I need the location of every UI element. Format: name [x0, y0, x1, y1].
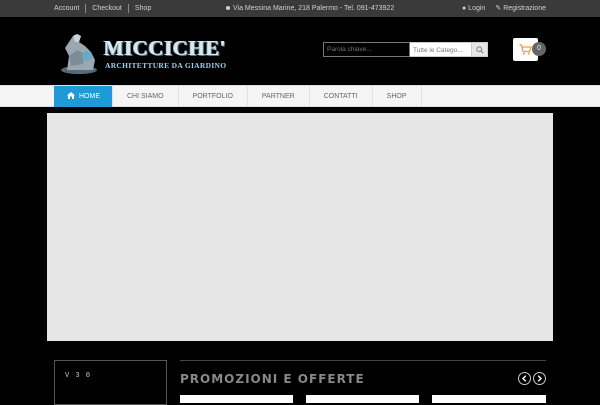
nav-item-contatti[interactable]: CONTATTI: [310, 86, 373, 107]
top-links: Account Checkout Shop: [54, 4, 157, 13]
account-actions: ● Login ✎ Registrazione: [462, 4, 546, 13]
account-link[interactable]: Account: [54, 4, 85, 13]
checkout-link[interactable]: Checkout: [85, 4, 128, 13]
register-link[interactable]: ✎ Registrazione: [495, 4, 546, 13]
statue-logo-icon: [61, 34, 97, 74]
promotions-title: PROMOZIONI E OFFERTE: [180, 372, 365, 386]
chevron-right-icon: [537, 375, 543, 382]
nav-item-partner[interactable]: PARTNER: [248, 86, 310, 107]
chevron-left-icon: [521, 375, 527, 382]
login-label: Login: [468, 5, 486, 12]
hero-slider[interactable]: [47, 113, 553, 341]
search-button[interactable]: [471, 42, 488, 57]
brand-tagline: ARCHITETTURE DA GIARDINO: [105, 61, 227, 70]
category-selected: Tutte le Catego...: [413, 47, 463, 54]
nav-item-portfolio[interactable]: PORTFOLIO: [179, 86, 248, 107]
category-select[interactable]: Tutte le Catego...: [410, 42, 471, 57]
nav-label-home: HOME: [79, 93, 100, 100]
search-icon: [475, 45, 484, 54]
search-input[interactable]: [323, 42, 410, 57]
site-logo[interactable]: MICCICHE' ARCHITETTURE DA GIARDINO: [57, 30, 226, 75]
main-nav: HOME CHI SIAMO PORTFOLIO PARTNER CONTATT…: [0, 85, 600, 107]
shop-link[interactable]: Shop: [127, 4, 157, 13]
register-label: Registrazione: [503, 5, 546, 12]
promotions-section: PROMOZIONI E OFFERTE: [180, 360, 546, 403]
user-icon: ●: [461, 5, 467, 12]
product-card[interactable]: [306, 395, 419, 403]
product-card[interactable]: [180, 395, 293, 403]
address-text: Via Messina Marine, 218 Palermo - Tel. 0…: [233, 5, 395, 12]
carousel-next-button[interactable]: [533, 372, 546, 385]
store-address: Via Messina Marine, 218 Palermo - Tel. 0…: [226, 4, 394, 13]
nav-item-chi-siamo[interactable]: CHI SIAMO: [113, 86, 179, 107]
cart-count-badge: 0: [532, 42, 546, 56]
login-link[interactable]: ● Login: [462, 4, 485, 13]
cart-icon: [519, 44, 532, 55]
site-header: MICCICHE' ARCHITETTURE DA GIARDINO Tutte…: [0, 17, 600, 85]
top-bar: Account Checkout Shop Via Messina Marine…: [0, 0, 600, 17]
carousel-controls: [518, 372, 546, 385]
sidebar-box-title: V 3 0: [65, 372, 92, 380]
nav-item-home[interactable]: HOME: [54, 86, 113, 107]
brand-name: MICCICHE': [104, 36, 227, 60]
carousel-prev-button[interactable]: [518, 372, 531, 385]
product-card[interactable]: [432, 395, 546, 403]
map-pin-icon: [226, 6, 230, 11]
pencil-icon: ✎: [495, 5, 502, 12]
cart-widget[interactable]: 0: [513, 38, 548, 61]
search-form: Tutte le Catego...: [323, 42, 488, 57]
sidebar-box: V 3 0: [54, 360, 167, 405]
nav-item-shop[interactable]: SHOP: [373, 86, 422, 107]
nav-items: HOME CHI SIAMO PORTFOLIO PARTNER CONTATT…: [54, 86, 422, 107]
home-icon: [67, 91, 75, 99]
